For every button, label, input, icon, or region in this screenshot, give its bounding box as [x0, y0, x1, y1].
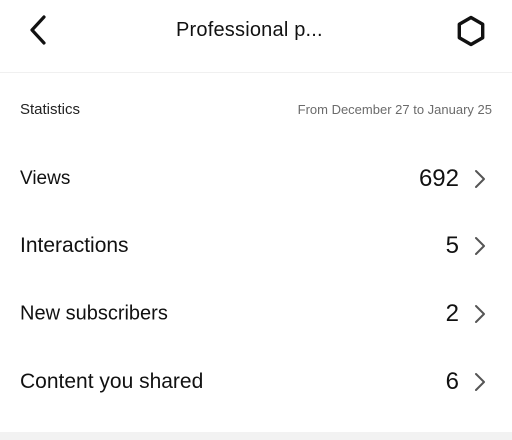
chevron-left-icon: [30, 15, 46, 45]
settings-button[interactable]: [452, 12, 490, 50]
content-shared-label: Content you shared: [20, 370, 204, 393]
page-title: Professional p...: [176, 19, 323, 41]
new-subscribers-label: New subscribers: [20, 302, 168, 325]
content-shared-row[interactable]: Content you shared 6: [0, 352, 512, 412]
chevron-right-icon: [472, 168, 488, 190]
back-button[interactable]: [22, 12, 54, 48]
content-shared-value: 6: [445, 368, 459, 395]
statistics-header: Statistics From December 27 to January 2…: [0, 96, 512, 124]
chevron-right-icon: [472, 371, 488, 393]
top-bar: Professional p...: [0, 0, 512, 73]
interactions-label: Interactions: [20, 234, 129, 257]
new-subscribers-value: 2: [445, 300, 459, 327]
views-label: Views: [20, 168, 71, 189]
views-value: 692: [418, 165, 459, 192]
interactions-value: 5: [445, 232, 459, 259]
date-range: From December 27 to January 25: [297, 102, 492, 117]
statistics-label: Statistics: [20, 101, 81, 118]
chevron-right-icon: [472, 235, 488, 257]
new-subscribers-row[interactable]: New subscribers 2: [0, 284, 512, 344]
section-divider: [0, 432, 512, 440]
views-row[interactable]: Views 692: [0, 149, 512, 209]
interactions-row[interactable]: Interactions 5: [0, 216, 512, 276]
chevron-right-icon: [472, 303, 488, 325]
gear-icon: [457, 15, 485, 47]
